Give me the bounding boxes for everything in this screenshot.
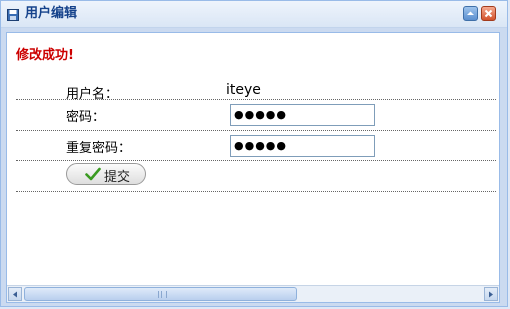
confirm-password-label: 重复密码： bbox=[66, 141, 132, 156]
collapse-button[interactable] bbox=[463, 6, 478, 21]
password-field[interactable]: ●●●●● bbox=[230, 104, 375, 126]
form-panel: 修改成功! 用户名： iteye 密码： ●●●●● 重复密码： ●●●●● 提… bbox=[6, 32, 500, 303]
close-icon bbox=[484, 9, 493, 18]
window-titlebar[interactable]: 用户编辑 bbox=[1, 1, 507, 28]
submit-label: 提交 bbox=[104, 170, 131, 185]
submit-button[interactable]: 提交 bbox=[66, 163, 146, 185]
scroll-right-button[interactable] bbox=[484, 287, 498, 301]
row-divider bbox=[16, 191, 496, 192]
window-title: 用户编辑 bbox=[25, 6, 78, 21]
horizontal-scrollbar[interactable] bbox=[7, 285, 499, 302]
check-icon bbox=[85, 167, 101, 181]
close-button[interactable] bbox=[481, 6, 496, 21]
username-value: iteye bbox=[226, 82, 261, 98]
grip-icon bbox=[158, 291, 167, 298]
row-divider bbox=[16, 99, 496, 100]
confirm-password-field[interactable]: ●●●●● bbox=[230, 135, 375, 157]
save-icon bbox=[7, 9, 19, 21]
arrow-right-icon bbox=[489, 291, 493, 298]
success-message: 修改成功! bbox=[16, 48, 74, 63]
collapse-icon bbox=[467, 11, 474, 15]
arrow-left-icon bbox=[13, 291, 17, 298]
row-divider bbox=[16, 160, 496, 161]
password-label: 密码： bbox=[66, 110, 106, 125]
scroll-thumb[interactable] bbox=[24, 287, 297, 301]
scroll-left-button[interactable] bbox=[8, 287, 22, 301]
row-divider bbox=[16, 130, 496, 131]
user-edit-window: 用户编辑 修改成功! 用户名： iteye 密码： ●●●●● 重复密码： ●●… bbox=[0, 0, 508, 307]
